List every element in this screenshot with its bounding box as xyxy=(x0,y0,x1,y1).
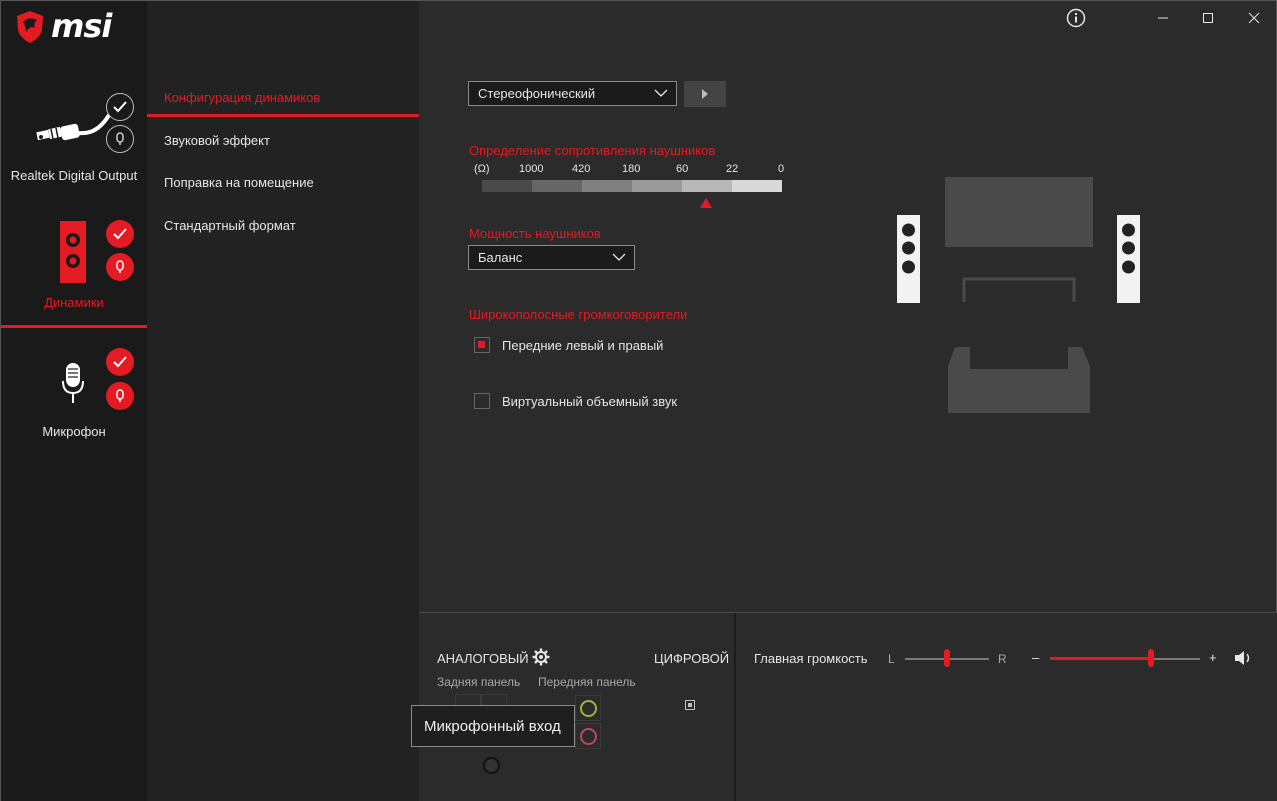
microphone-icon xyxy=(62,363,84,403)
minimize-button[interactable] xyxy=(1151,6,1175,30)
impedance-segment[interactable] xyxy=(682,180,732,192)
active-nav-indicator xyxy=(147,114,419,117)
check-icon xyxy=(113,356,127,368)
default-device-badge xyxy=(106,382,134,410)
check-badge xyxy=(106,348,134,376)
device-speakers[interactable]: Динамики xyxy=(1,216,147,328)
rear-panel-label: Задняя панель xyxy=(437,675,521,689)
front-lr-label: Передние левый и правый xyxy=(502,338,664,353)
room-illustration xyxy=(897,177,1140,413)
volume-slider-thumb[interactable] xyxy=(1147,649,1154,667)
chevron-down-icon xyxy=(654,89,668,97)
play-icon xyxy=(702,89,708,99)
device-default-icon xyxy=(116,132,124,145)
right-speaker xyxy=(1117,215,1140,303)
default-device-badge xyxy=(106,253,134,281)
front-panel-label: Передняя панель xyxy=(538,675,636,689)
power-title: Мощность наушников xyxy=(469,226,601,241)
speaker-mode-select[interactable]: Стереофонический xyxy=(468,81,677,106)
device-realtek-digital-output[interactable]: Realtek Digital Output xyxy=(1,89,147,199)
front-jack-mic[interactable] xyxy=(575,723,601,749)
headphone-power-select[interactable]: Баланс xyxy=(468,245,635,270)
speaker-icon xyxy=(60,221,86,283)
impedance-marker-icon xyxy=(700,198,712,208)
jack-ring-green xyxy=(579,699,597,717)
check-badge xyxy=(106,93,134,121)
balance-left-label: L xyxy=(888,652,895,666)
headphone-power-value: Баланс xyxy=(478,250,523,265)
impedance-segment[interactable] xyxy=(582,180,632,192)
analog-label: АНАЛОГОВЫЙ xyxy=(437,651,529,666)
impedance-unit: (Ω) xyxy=(474,163,490,175)
impedance-title: Определение сопротивления наушников xyxy=(469,143,716,158)
msi-logo: msi xyxy=(1,1,147,61)
logo-text: msi xyxy=(51,7,112,45)
fullrange-title: Широкополосные громкоговорители xyxy=(469,307,688,322)
bottom-divider xyxy=(734,613,736,801)
msi-dragon-icon xyxy=(17,11,43,43)
impedance-tick: 420 xyxy=(572,163,591,175)
gear-icon[interactable] xyxy=(532,648,550,666)
nav-default-format[interactable]: Стандартный формат xyxy=(164,218,296,233)
jack-tooltip: Микрофонный вход xyxy=(411,705,575,747)
speaker-mode-value: Стереофонический xyxy=(478,86,596,101)
spdif-port-icon[interactable] xyxy=(685,700,695,710)
balance-slider-thumb[interactable] xyxy=(944,649,950,667)
tv-screen xyxy=(945,177,1093,247)
device-sidebar: msi Realtek Digital Output Динамики Микр… xyxy=(1,1,147,801)
virtual-surround-label: Виртуальный объемный звук xyxy=(502,394,678,409)
device-default-icon xyxy=(116,389,124,402)
impedance-tick: 22 xyxy=(726,163,739,175)
impedance-tick: 180 xyxy=(622,163,641,175)
default-device-badge xyxy=(106,125,134,153)
maximize-button[interactable] xyxy=(1196,6,1220,30)
jack-ring-pink xyxy=(579,727,597,745)
app-window: msi Realtek Digital Output Динамики Микр… xyxy=(0,0,1277,801)
nav-room-correction[interactable]: Поправка на помещение xyxy=(164,175,314,190)
nav-speaker-config[interactable]: Конфигурация динамиков xyxy=(164,90,320,105)
settings-nav: Конфигурация динамиков Звуковой эффект П… xyxy=(147,1,419,801)
device-microphone[interactable]: Микрофон xyxy=(1,345,147,445)
impedance-segment[interactable] xyxy=(732,180,782,192)
check-icon xyxy=(113,101,127,113)
device-label: Динамики xyxy=(44,295,104,310)
nav-sound-effect[interactable]: Звуковой эффект xyxy=(164,133,270,148)
check-icon xyxy=(113,228,127,240)
close-button[interactable] xyxy=(1242,6,1266,30)
device-default-icon xyxy=(116,260,124,273)
chevron-down-icon xyxy=(612,253,626,261)
minimize-icon xyxy=(1158,17,1168,19)
impedance-tick: 60 xyxy=(676,163,689,175)
info-button[interactable] xyxy=(1064,6,1088,30)
play-test-button[interactable] xyxy=(684,81,726,107)
check-badge xyxy=(106,220,134,248)
digital-label: ЦИФРОВОЙ xyxy=(654,651,730,666)
sofa-shape xyxy=(948,347,1090,413)
impedance-segment[interactable] xyxy=(532,180,582,192)
impedance-tick: 0 xyxy=(778,163,785,175)
optical-cable-icon xyxy=(36,113,111,141)
impedance-tick: 1000 xyxy=(519,163,544,175)
info-icon xyxy=(1066,8,1086,28)
volume-plus-label: + xyxy=(1209,650,1217,665)
volume-minus-label: – xyxy=(1032,650,1040,665)
table-outline xyxy=(962,277,1076,302)
volume-slider-fill xyxy=(1050,657,1151,660)
rear-jack-port[interactable] xyxy=(483,757,500,774)
left-speaker xyxy=(897,215,920,303)
virtual-surround-checkbox[interactable] xyxy=(474,393,490,409)
front-jack-headphone[interactable] xyxy=(575,695,601,721)
device-label: Микрофон xyxy=(42,424,106,439)
maximize-icon xyxy=(1203,13,1213,23)
tooltip-text: Микрофонный вход xyxy=(424,717,561,735)
front-lr-checkbox[interactable] xyxy=(474,337,490,353)
active-device-indicator xyxy=(1,325,147,328)
impedance-segment[interactable] xyxy=(482,180,532,192)
impedance-segment[interactable] xyxy=(632,180,682,192)
device-label: Realtek Digital Output xyxy=(10,168,138,183)
speaker-volume-icon[interactable] xyxy=(1234,651,1252,665)
balance-right-label: R xyxy=(998,652,1007,666)
close-icon xyxy=(1248,12,1260,24)
main-volume-label: Главная громкость xyxy=(754,651,868,666)
